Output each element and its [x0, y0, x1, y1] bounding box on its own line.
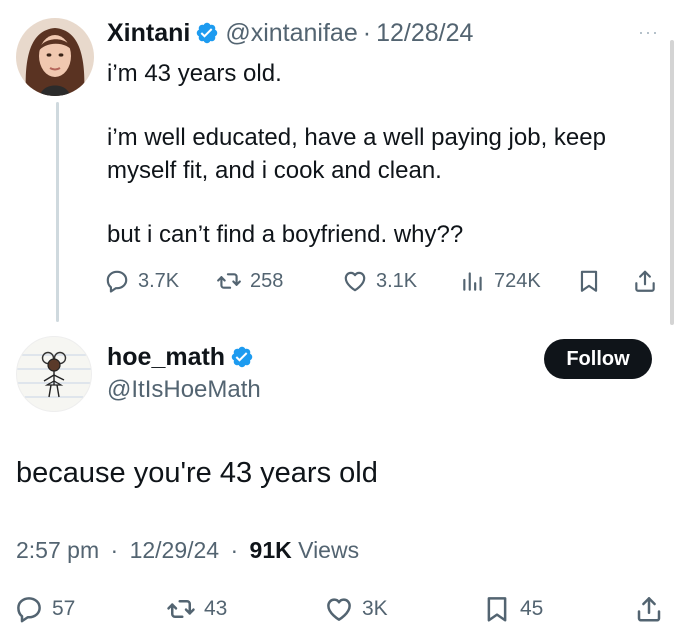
share-button[interactable] [632, 264, 666, 298]
repost-icon [167, 600, 195, 618]
verified-icon [231, 346, 253, 368]
tweet-date[interactable]: 12/28/24 [376, 19, 473, 48]
reply-icon [106, 270, 128, 293]
follow-button[interactable]: Follow [544, 339, 652, 379]
reply-icon [17, 597, 41, 623]
tweet-header: Xintani @xintanifae · 12/28/24 [107, 16, 473, 50]
reply-meta: 2:57 pm · 12/29/24 · 91K Views [16, 537, 359, 564]
bookmark-button[interactable]: 45 [482, 592, 543, 626]
share-button[interactable] [634, 592, 672, 626]
reply-button[interactable]: 3.7K [104, 264, 179, 298]
tweet-line-2: i’m well educated, have a well paying jo… [107, 124, 606, 184]
avatar-xintani[interactable] [16, 18, 94, 96]
reply-count: 3.7K [138, 269, 180, 292]
bookmark-icon [580, 270, 598, 292]
reply-header: hoe_math @ItIsHoeMath [107, 340, 261, 406]
views-icon [463, 272, 482, 291]
share-icon [635, 270, 655, 292]
repost-button[interactable]: 43 [166, 592, 227, 626]
header-separator: · [362, 18, 372, 47]
tweet-actions: 3.7K 258 3.1K 724K [104, 264, 664, 298]
repost-count: 43 [204, 597, 228, 620]
scrollbar[interactable] [670, 40, 674, 325]
verified-icon [197, 22, 218, 44]
meta-separator: · [110, 537, 119, 563]
like-icon [344, 271, 366, 292]
reply-author-row: hoe_math [107, 340, 261, 374]
bookmark-icon [487, 597, 507, 622]
like-button[interactable]: 3K [324, 592, 388, 626]
repost-button[interactable]: 258 [216, 264, 283, 298]
tweet-line-3: but i can’t find a boyfriend. why?? [107, 221, 464, 248]
repost-icon [217, 273, 241, 289]
like-count: 3.1K [376, 269, 418, 292]
bookmark-button[interactable] [576, 264, 610, 298]
reply-date[interactable]: 12/29/24 [130, 537, 220, 563]
views-button[interactable]: 724K [460, 264, 541, 298]
reply-actions: 57 43 3K 45 [14, 592, 664, 628]
reply-button[interactable]: 57 [14, 592, 75, 626]
meta-separator: · [230, 537, 239, 563]
reply-author-handle[interactable]: @ItIsHoeMath [107, 374, 261, 406]
reply-views-count: 91K [249, 537, 292, 563]
reply-time[interactable]: 2:57 pm [16, 537, 99, 563]
like-icon [327, 598, 351, 621]
views-count: 724K [494, 269, 541, 292]
reply-author-name[interactable]: hoe_math [107, 343, 225, 372]
like-button[interactable]: 3.1K [342, 264, 417, 298]
author-name[interactable]: Xintani [107, 19, 190, 48]
tweet-line-1: i’m 43 years old. [107, 60, 282, 87]
bookmark-count: 45 [520, 597, 544, 620]
tweet-text: i’m 43 years old. i’m well educated, hav… [107, 57, 667, 251]
reply-text: because you're 43 years old [16, 457, 378, 489]
author-handle[interactable]: @xintanifae [225, 19, 357, 48]
repost-count: 258 [250, 269, 284, 292]
share-icon [637, 597, 661, 622]
reply-views-label: Views [298, 537, 360, 563]
reply-count: 57 [52, 597, 76, 620]
thread-line [56, 102, 59, 322]
like-count: 3K [362, 597, 388, 620]
avatar-hoe-math[interactable] [16, 336, 92, 412]
more-icon[interactable]: ··· [638, 22, 659, 43]
